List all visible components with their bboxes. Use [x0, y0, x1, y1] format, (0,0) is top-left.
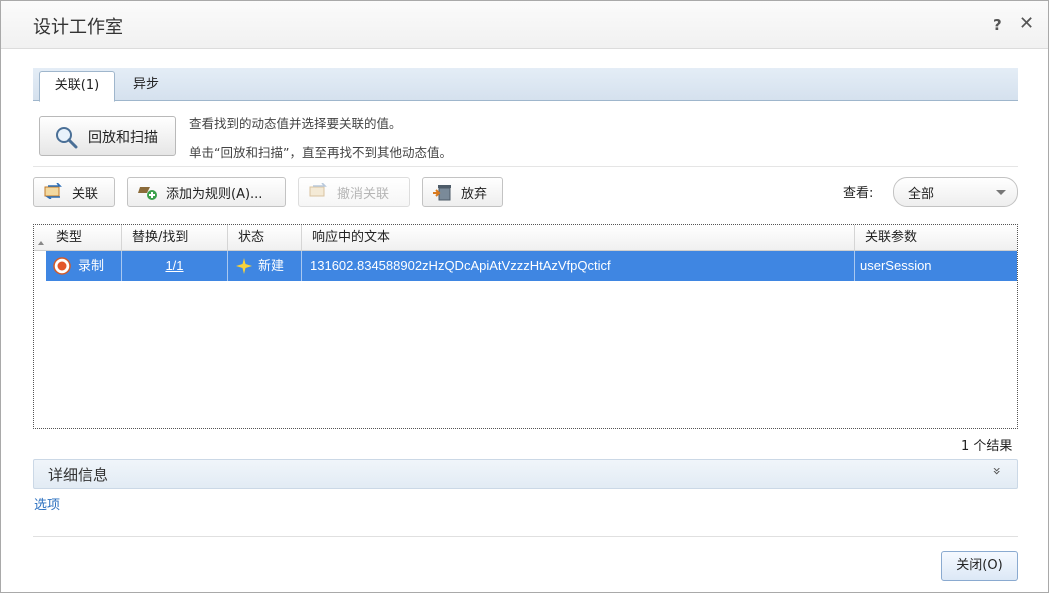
close-window-button[interactable]: ✕	[1019, 13, 1034, 34]
scan-hint-line1: 查看找到的动态值并选择要关联的值。	[189, 116, 402, 131]
cell-response-text: 131602.834588902zHzQDcApiAtVzzzHtAzVfpQc…	[302, 251, 855, 281]
add-as-rule-label: 添加为规则(A)...	[166, 187, 263, 202]
correlate-icon	[44, 183, 62, 199]
grid-header: 类型 替换/找到 状态 响应中的文本 关联参数	[34, 225, 1017, 251]
column-header-type[interactable]: 类型	[46, 225, 122, 250]
record-icon	[53, 257, 71, 275]
discard-label: 放弃	[461, 187, 488, 202]
search-icon	[56, 127, 78, 149]
cell-param: userSession	[860, 258, 932, 273]
dialog-title: 设计工作室	[33, 17, 123, 38]
correlate-label: 关联	[72, 187, 99, 202]
tab-strip: 关联(1) 异步	[33, 68, 1018, 102]
cell-type-text: 录制	[78, 258, 105, 273]
result-count: 1 个结果	[961, 439, 1013, 454]
title-bar: 设计工作室 ? ✕	[1, 1, 1048, 49]
help-button[interactable]: ?	[993, 16, 1002, 34]
details-label: 详细信息	[48, 466, 109, 484]
view-filter-select[interactable]: 全部	[893, 177, 1018, 207]
replay-and-scan-button[interactable]: 回放和扫描	[39, 116, 176, 156]
replay-and-scan-label: 回放和扫描	[88, 130, 158, 146]
tab-correlation[interactable]: 关联(1)	[39, 71, 115, 102]
correlation-grid[interactable]: 类型 替换/找到 状态 响应中的文本 关联参数 录制 1/1 新建 131602	[33, 224, 1018, 429]
options-link[interactable]: 选项	[34, 494, 60, 513]
trash-icon	[433, 185, 451, 201]
divider	[33, 166, 1018, 167]
add-rule-icon	[138, 187, 157, 200]
add-as-rule-button[interactable]: 添加为规则(A)...	[127, 177, 286, 207]
undo-correlation-button[interactable]: 撤消关联	[298, 177, 410, 207]
expand-chevron-icon: »	[988, 466, 1005, 476]
column-header-param[interactable]: 关联参数	[855, 225, 1017, 250]
cell-status: 新建	[228, 251, 302, 281]
sort-indicator-icon	[38, 241, 44, 245]
column-header-status[interactable]: 状态	[228, 225, 302, 250]
discard-button[interactable]: 放弃	[422, 177, 503, 207]
cell-replace-found-link[interactable]: 1/1	[122, 251, 228, 281]
new-star-icon	[236, 258, 252, 274]
design-studio-dialog: 设计工作室 ? ✕ 关联(1) 异步 回放和扫描 查看找到的动态值并选择要关联的…	[0, 0, 1049, 593]
undo-correlation-label: 撤消关联	[337, 187, 390, 202]
column-header-response-text[interactable]: 响应中的文本	[302, 225, 855, 250]
cell-type: 录制	[46, 251, 122, 281]
undo-icon	[309, 183, 327, 197]
details-section-header[interactable]: 详细信息 »	[33, 459, 1018, 489]
cell-status-text: 新建	[258, 258, 285, 273]
view-filter-label: 查看:	[843, 186, 874, 201]
scan-hint-line2: 单击“回放和扫描”，直至再找不到其他动态值。	[189, 145, 452, 160]
chevron-down-icon	[996, 190, 1006, 195]
tab-async[interactable]: 异步	[119, 71, 173, 100]
view-filter-value: 全部	[908, 187, 935, 202]
correlate-button[interactable]: 关联	[33, 177, 115, 207]
footer-divider	[33, 536, 1018, 537]
table-row[interactable]: 录制 1/1 新建 131602.834588902zHzQDcApiAtVzz…	[46, 251, 1017, 281]
column-header-replace-found[interactable]: 替换/找到	[122, 225, 228, 250]
close-button[interactable]: 关闭(O)	[941, 551, 1018, 581]
